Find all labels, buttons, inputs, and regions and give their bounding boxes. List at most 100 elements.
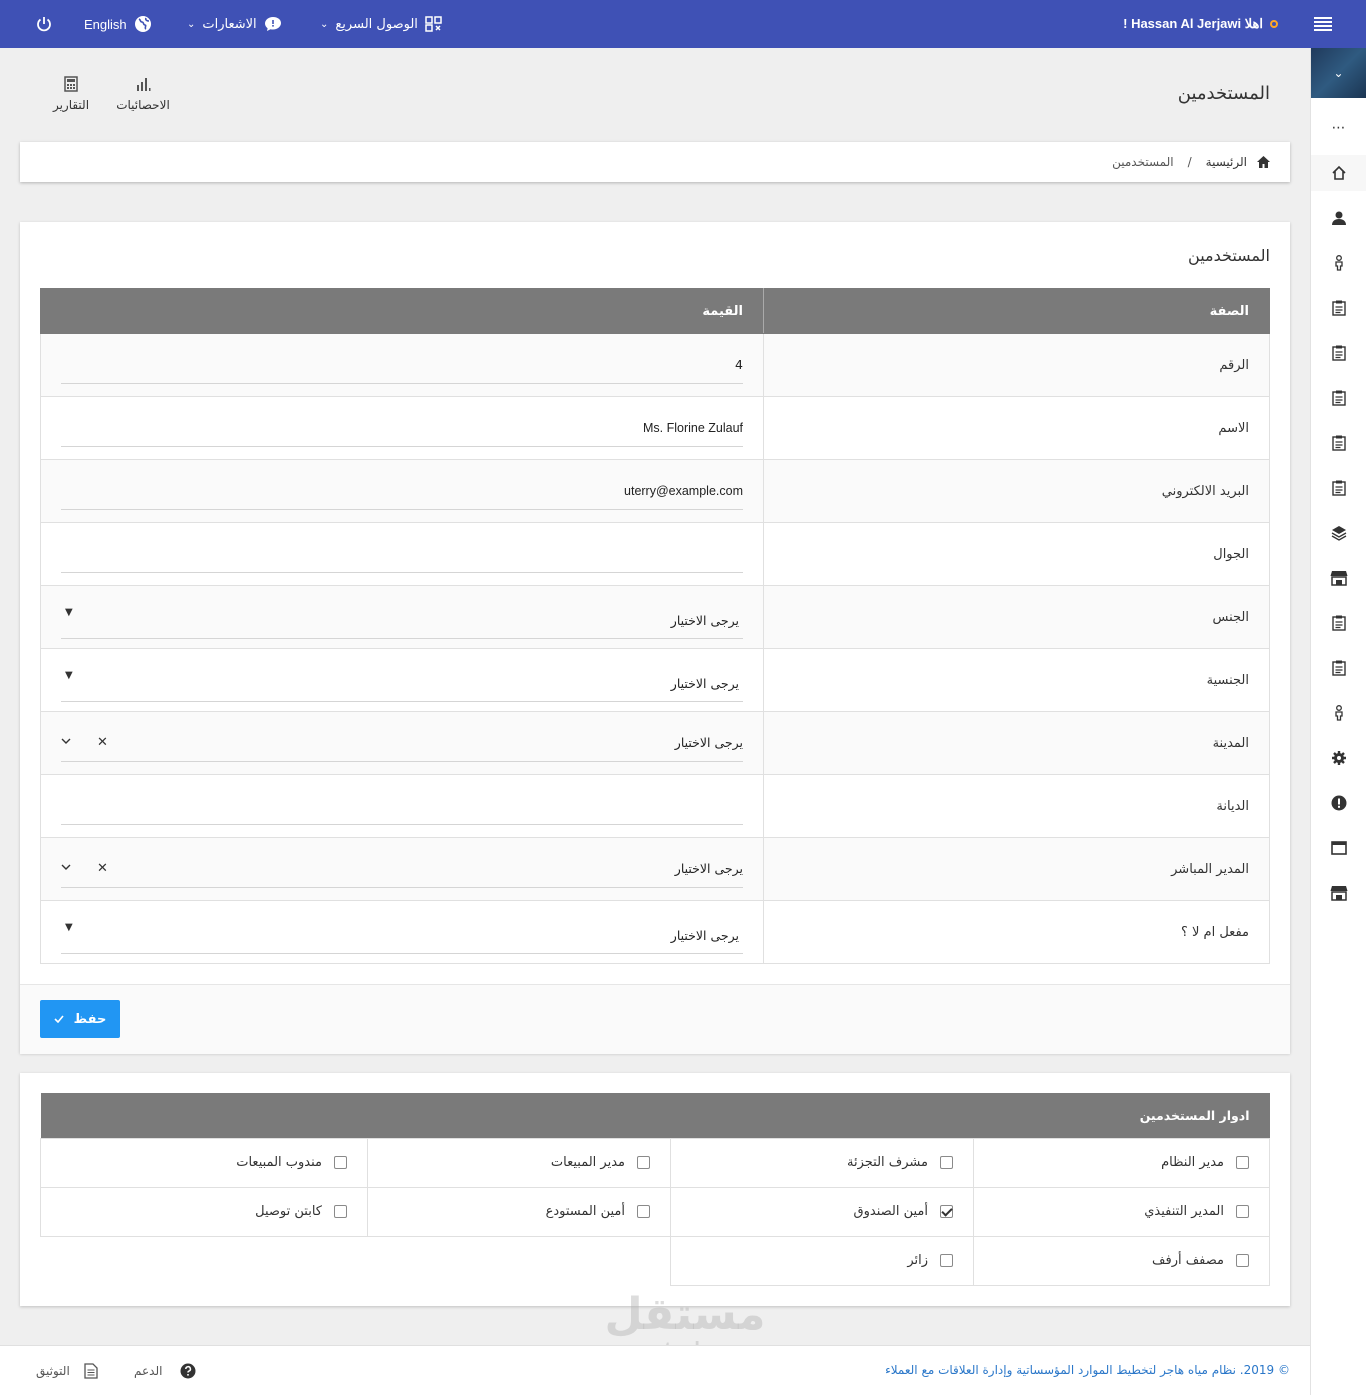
gender-select[interactable]: يرجى الاختيار ▼ [61,595,743,639]
support-link[interactable]: الدعم [134,1363,196,1379]
sidebar-item-store-2[interactable] [1311,875,1366,911]
checkbox[interactable] [637,1156,650,1169]
role-checkbox-warehouse-keeper[interactable]: أمين المستودع [388,1204,650,1219]
field-value: uterry@example.com [624,483,743,498]
select-placeholder: يرجى الاختيار [674,735,743,750]
sidebar-item-home[interactable] [1311,155,1366,191]
sidebar-item-users[interactable] [1311,200,1366,236]
sidebar-item-clipboard-1[interactable] [1311,290,1366,326]
checkbox[interactable] [637,1205,650,1218]
chevron-down-icon[interactable] [61,863,71,871]
shortcut-reports-label: التقارير [52,98,90,112]
table-row: البريد الالكتروني uterry@example.com [40,459,1270,523]
chevron-down-icon: ⌄ [320,18,329,30]
manager-select[interactable]: يرجى الاختيار ✕ [61,850,743,888]
role-checkbox-sales-rep[interactable]: مندوب المبيعات [61,1155,347,1170]
chevron-down-icon: ⌄ [1333,66,1344,80]
checkbox-checked[interactable] [940,1205,953,1218]
sidebar-item-clipboard-4[interactable] [1311,425,1366,461]
language-switch[interactable]: English [84,0,152,48]
role-checkbox-system-admin[interactable]: مدير النظام [994,1155,1249,1170]
mobile-field[interactable] [61,535,743,573]
greeting-text: ! Hassan Al Jerjawi اهلا [1123,16,1263,31]
active-select[interactable]: يرجى الاختيار ▼ [61,910,743,954]
role-checkbox-delivery-captain[interactable]: كابتن توصيل [61,1204,347,1219]
quick-access-menu[interactable]: ⌄ الوصول السريع [320,0,443,48]
breadcrumb-current: المستخدمين [1112,155,1174,169]
store-icon [1330,571,1348,586]
select-placeholder: يرجى الاختيار [674,861,743,876]
role-checkbox-executive-manager[interactable]: المدير التنفيذي [994,1204,1249,1219]
role-checkbox-shelf-stacker[interactable]: مصفف أرفف [994,1253,1249,1268]
user-form-card: المستخدمين الصفة القيمة الرقم 4 الاسم Ms… [20,222,1290,1054]
sidebar-item-person-2[interactable] [1311,695,1366,731]
status-dot-icon [1270,20,1278,28]
field-label: المدير المباشر [763,837,1270,901]
shortcut-reports[interactable]: التقارير [31,70,111,112]
home-icon[interactable] [1257,156,1270,168]
role-checkbox-sales-manager[interactable]: مدير المبيعات [388,1155,650,1170]
logout-button[interactable] [36,0,52,48]
sidebar-item-clipboard-7[interactable] [1311,650,1366,686]
nationality-select[interactable]: يرجى الاختيار ▼ [61,658,743,702]
gear-icon [1332,751,1346,765]
clear-icon[interactable]: ✕ [97,861,108,876]
breadcrumb-home[interactable]: الرئيسية [1206,155,1247,169]
quick-access-icon [425,16,442,32]
table-header-row: الصفة القيمة [40,288,1270,334]
sidebar-item-alerts[interactable] [1311,785,1366,821]
notifications-menu[interactable]: ⌄ الاشعارات [187,0,282,48]
globe-icon [134,16,151,32]
role-checkbox-retail-supervisor[interactable]: مشرف التجزئة [691,1155,953,1170]
city-select[interactable]: يرجى الاختيار ✕ [61,724,743,762]
save-button[interactable]: حفظ [40,1000,120,1038]
checkbox[interactable] [1236,1156,1249,1169]
sidebar-item-clipboard-3[interactable] [1311,380,1366,416]
role-label: مشرف التجزئة [847,1155,928,1170]
docs-link[interactable]: التوثيق [36,1363,98,1379]
name-field[interactable]: Ms. Florine Zulauf [61,409,743,447]
role-checkbox-visitor[interactable]: زائر [691,1253,953,1268]
sidebar-item-person[interactable] [1311,245,1366,281]
breadcrumb-separator: / [1187,155,1192,169]
col-attribute-header: الصفة [763,288,1270,334]
sidebar-item-clipboard-2[interactable] [1311,335,1366,371]
clipboard-icon [1332,300,1346,316]
clipboard-icon [1332,660,1346,676]
checkbox[interactable] [1236,1254,1249,1267]
role-label: مندوب المبيعات [236,1155,322,1170]
select-placeholder: يرجى الاختيار [670,613,739,628]
sidebar-item-settings[interactable] [1311,740,1366,776]
role-label: المدير التنفيذي [1144,1204,1224,1219]
sidebar-item-store-1[interactable] [1311,560,1366,596]
chevron-down-icon[interactable] [61,737,71,745]
checkbox[interactable] [940,1156,953,1169]
shortcut-statistics[interactable]: الاحصائيات [103,70,183,112]
sidebar-item-clipboard-5[interactable] [1311,470,1366,506]
save-label: حفظ [73,1011,107,1027]
roles-table: ادوار المستخدمين مدير النظام مشرف التجزئ… [40,1093,1270,1286]
checkbox[interactable] [334,1156,347,1169]
sidebar-more-icon[interactable]: ⋯ [1311,110,1366,146]
id-field[interactable]: 4 [61,346,743,384]
clear-icon[interactable]: ✕ [97,735,108,750]
sidebar-profile-toggle[interactable]: ⌄ [1311,48,1366,98]
sidebar-item-window[interactable] [1311,830,1366,866]
role-label: زائر [907,1253,928,1268]
sidebar-item-clipboard-6[interactable] [1311,605,1366,641]
chevron-down-icon: ⌄ [187,18,196,30]
roles-title: ادوار المستخدمين [40,1093,1270,1138]
religion-field[interactable] [61,787,743,825]
sidebar-item-layers[interactable] [1311,515,1366,551]
checkbox[interactable] [940,1254,953,1267]
user-greeting[interactable]: ! Hassan Al Jerjawi اهلا [1123,0,1278,48]
support-label: الدعم [134,1364,163,1378]
checkbox[interactable] [1236,1205,1249,1218]
menu-toggle-button[interactable] [1313,0,1333,48]
role-checkbox-cashier[interactable]: أمين الصندوق [691,1204,953,1219]
power-icon [37,17,51,32]
email-field[interactable]: uterry@example.com [61,472,743,510]
role-label: كابتن توصيل [255,1204,322,1219]
checkbox[interactable] [334,1205,347,1218]
copyright-link[interactable]: © 2019. نظام مياه هاجر لتخطيط الموارد ال… [885,1363,1290,1377]
